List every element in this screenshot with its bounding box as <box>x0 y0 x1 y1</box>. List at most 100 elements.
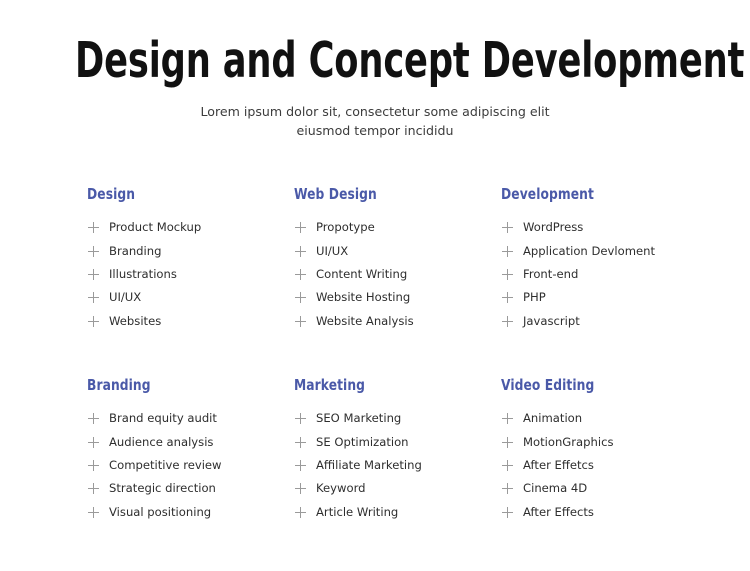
service-label: Affiliate Marketing <box>316 457 422 472</box>
list-item[interactable]: Front-end <box>501 263 678 286</box>
service-column-branding: Branding Brand equity audit Audience ana… <box>87 376 294 524</box>
plus-icon <box>295 413 306 425</box>
plus-icon <box>502 268 513 280</box>
list-item[interactable]: Keyword <box>294 477 501 500</box>
service-list-design: Product Mockup Branding Illustrations UI… <box>87 216 294 333</box>
list-item[interactable]: Javascript <box>501 310 678 333</box>
list-item[interactable]: Visual positioning <box>87 501 294 524</box>
service-column-development: Development WordPress Application Devlom… <box>501 185 678 333</box>
service-list-development: WordPress Application Devloment Front-en… <box>501 216 678 333</box>
service-label: Strategic direction <box>109 481 216 496</box>
plus-icon <box>88 506 99 518</box>
service-column-web-design: Web Design Propotype UI/UX Content Writi… <box>294 185 501 333</box>
service-label: After Effetcs <box>523 457 594 472</box>
list-item[interactable]: After Effects <box>501 501 678 524</box>
service-label: MotionGraphics <box>523 434 614 449</box>
list-item[interactable]: Illustrations <box>87 263 294 286</box>
list-item[interactable]: UI/UX <box>294 239 501 262</box>
column-heading-design: Design <box>87 185 136 203</box>
list-item[interactable]: Content Writing <box>294 263 501 286</box>
plus-icon <box>88 268 99 280</box>
plus-icon <box>502 315 513 327</box>
list-item[interactable]: Audience analysis <box>87 430 294 453</box>
plus-icon <box>88 245 99 257</box>
plus-icon <box>295 245 306 257</box>
service-label: Websites <box>109 313 162 328</box>
service-label: Competitive review <box>109 457 222 472</box>
plus-icon <box>295 315 306 327</box>
plus-icon <box>502 506 513 518</box>
services-page: Design and Concept Development Lorem ips… <box>0 0 750 571</box>
service-label: Javascript <box>523 313 580 328</box>
plus-icon <box>295 436 306 448</box>
list-item[interactable]: Website Analysis <box>294 310 501 333</box>
list-item[interactable]: Cinema 4D <box>501 477 678 500</box>
list-item[interactable]: SE Optimization <box>294 430 501 453</box>
list-item[interactable]: SEO Marketing <box>294 407 501 430</box>
service-label: Animation <box>523 411 583 426</box>
service-label: SEO Marketing <box>316 411 402 426</box>
list-item[interactable]: Product Mockup <box>87 216 294 239</box>
plus-icon <box>295 222 306 234</box>
service-label: UI/UX <box>109 290 142 305</box>
plus-icon <box>88 483 99 495</box>
plus-icon <box>88 292 99 304</box>
plus-icon <box>502 483 513 495</box>
plus-icon <box>88 315 99 327</box>
service-list-branding: Brand equity audit Audience analysis Com… <box>87 407 294 524</box>
service-label: Propotype <box>316 220 375 235</box>
plus-icon <box>88 459 99 471</box>
list-item[interactable]: Application Devloment <box>501 239 678 262</box>
service-list-marketing: SEO Marketing SE Optimization Affiliate … <box>294 407 501 524</box>
column-heading-development: Development <box>501 185 594 203</box>
list-item[interactable]: After Effetcs <box>501 454 678 477</box>
service-label: Article Writing <box>316 504 399 519</box>
list-item[interactable]: MotionGraphics <box>501 430 678 453</box>
service-label: UI/UX <box>316 243 349 258</box>
column-heading-marketing: Marketing <box>294 375 366 394</box>
service-column-video-editing: Video Editing Animation MotionGraphics A… <box>501 376 678 524</box>
service-label: Website Hosting <box>316 290 411 305</box>
list-item[interactable]: Competitive review <box>87 454 294 477</box>
list-item[interactable]: Affiliate Marketing <box>294 454 501 477</box>
list-item[interactable]: Article Writing <box>294 501 501 524</box>
service-label: Brand equity audit <box>109 411 217 426</box>
column-heading-video-editing: Video Editing <box>501 375 595 394</box>
list-item[interactable]: Propotype <box>294 216 501 239</box>
column-heading-web-design: Web Design <box>294 185 377 203</box>
plus-icon <box>88 222 99 234</box>
list-item[interactable]: Animation <box>501 407 678 430</box>
plus-icon <box>502 245 513 257</box>
service-label: Front-end <box>523 266 579 281</box>
service-list-video-editing: Animation MotionGraphics After Effetcs C… <box>501 407 678 524</box>
service-label: Branding <box>109 243 162 258</box>
plus-icon <box>88 436 99 448</box>
plus-icon <box>295 268 306 280</box>
page-header: Design and Concept Development Lorem ips… <box>0 0 750 140</box>
page-subtitle-line-2: eiusmod tempor incididu <box>296 123 454 138</box>
list-item[interactable]: WordPress <box>501 216 678 239</box>
service-label: After Effects <box>523 504 594 519</box>
page-title: Design and Concept Development <box>75 32 745 89</box>
list-item[interactable]: Website Hosting <box>294 286 501 309</box>
service-column-design: Design Product Mockup Branding Illustrat… <box>87 185 294 333</box>
service-label: PHP <box>523 290 546 305</box>
service-label: Application Devloment <box>523 243 656 258</box>
service-label: Cinema 4D <box>523 481 588 496</box>
list-item[interactable]: PHP <box>501 286 678 309</box>
service-label: Product Mockup <box>109 220 202 235</box>
service-label: Content Writing <box>316 266 408 281</box>
service-label: Visual positioning <box>109 504 212 519</box>
list-item[interactable]: Brand equity audit <box>87 407 294 430</box>
list-item[interactable]: Websites <box>87 310 294 333</box>
plus-icon <box>295 459 306 471</box>
list-item[interactable]: Strategic direction <box>87 477 294 500</box>
plus-icon <box>295 292 306 304</box>
plus-icon <box>88 413 99 425</box>
list-item[interactable]: UI/UX <box>87 286 294 309</box>
list-item[interactable]: Branding <box>87 239 294 262</box>
page-subtitle-line-1: Lorem ipsum dolor sit, consectetur some … <box>200 104 550 119</box>
plus-icon <box>502 222 513 234</box>
plus-icon <box>502 436 513 448</box>
service-label: Keyword <box>316 481 366 496</box>
